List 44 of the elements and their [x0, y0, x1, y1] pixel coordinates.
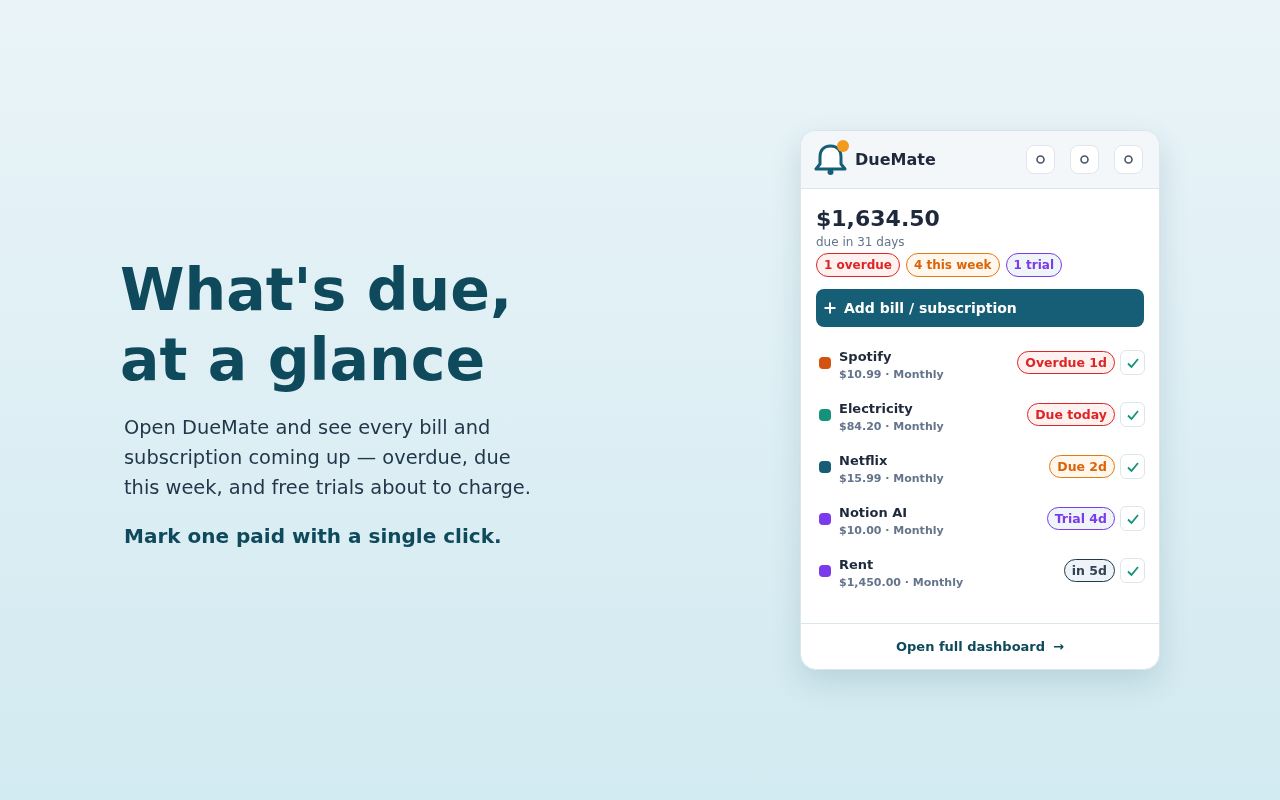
total-caption: due in 31 days — [816, 234, 906, 251]
description: Open DueMate and see every bill and subscription coming up — overdue, due this week, and free trials about to charge. — [124, 415, 532, 501]
ring-icon — [1080, 155, 1089, 164]
add-bill-button[interactable]: Add bill / subscription — [816, 289, 1144, 327]
bill-detail: $1,450.00 · Monthly — [839, 575, 965, 591]
bell-icon — [814, 143, 847, 176]
bill-name: Notion AI — [839, 504, 909, 522]
status-pill: Due today — [1027, 403, 1115, 426]
bill-name: Rent — [839, 556, 875, 574]
check-icon — [1126, 565, 1139, 576]
status-pill: Due 2d — [1049, 455, 1115, 478]
mark-paid-button[interactable] — [1120, 506, 1145, 531]
bill-name: Netflix — [839, 452, 889, 470]
header-icon-button[interactable] — [1026, 145, 1055, 174]
bill-detail: $10.00 · Monthly — [839, 523, 945, 539]
dashboard-link[interactable]: Open full dashboard → — [896, 639, 1064, 654]
headline: What's due, at a glance — [120, 255, 514, 395]
ring-icon — [1124, 155, 1133, 164]
check-icon — [1126, 461, 1139, 472]
total-amount: $1,634.50 — [816, 205, 941, 233]
summary-pill[interactable]: 4 this week — [905, 253, 1000, 277]
summary-pill[interactable]: 1 trial — [1005, 253, 1063, 277]
check-icon — [1126, 513, 1139, 524]
bill-name: Electricity — [839, 400, 914, 418]
header-icon-button[interactable] — [1114, 145, 1143, 174]
bill-detail: $84.20 · Monthly — [839, 419, 945, 435]
bill-detail: $10.99 · Monthly — [839, 367, 945, 383]
check-icon — [1126, 409, 1139, 420]
mark-paid-button[interactable] — [1120, 402, 1145, 427]
ring-icon — [1036, 155, 1045, 164]
check-icon — [1126, 357, 1139, 368]
status-pill: in 5d — [1063, 559, 1115, 582]
app-name: DueMate — [855, 150, 937, 169]
tagline: Mark one paid with a single click. — [124, 523, 503, 549]
bill-detail: $15.99 · Monthly — [839, 471, 945, 487]
mark-paid-button[interactable] — [1120, 454, 1145, 479]
status-pill: Overdue 1d — [1017, 351, 1115, 374]
plus-icon — [824, 302, 836, 314]
mark-paid-button[interactable] — [1120, 350, 1145, 375]
mark-paid-button[interactable] — [1120, 558, 1145, 583]
summary-pill[interactable]: 1 overdue — [816, 253, 900, 277]
header-icon-button[interactable] — [1070, 145, 1099, 174]
bill-name: Spotify — [839, 348, 893, 366]
status-pill: Trial 4d — [1046, 507, 1115, 530]
